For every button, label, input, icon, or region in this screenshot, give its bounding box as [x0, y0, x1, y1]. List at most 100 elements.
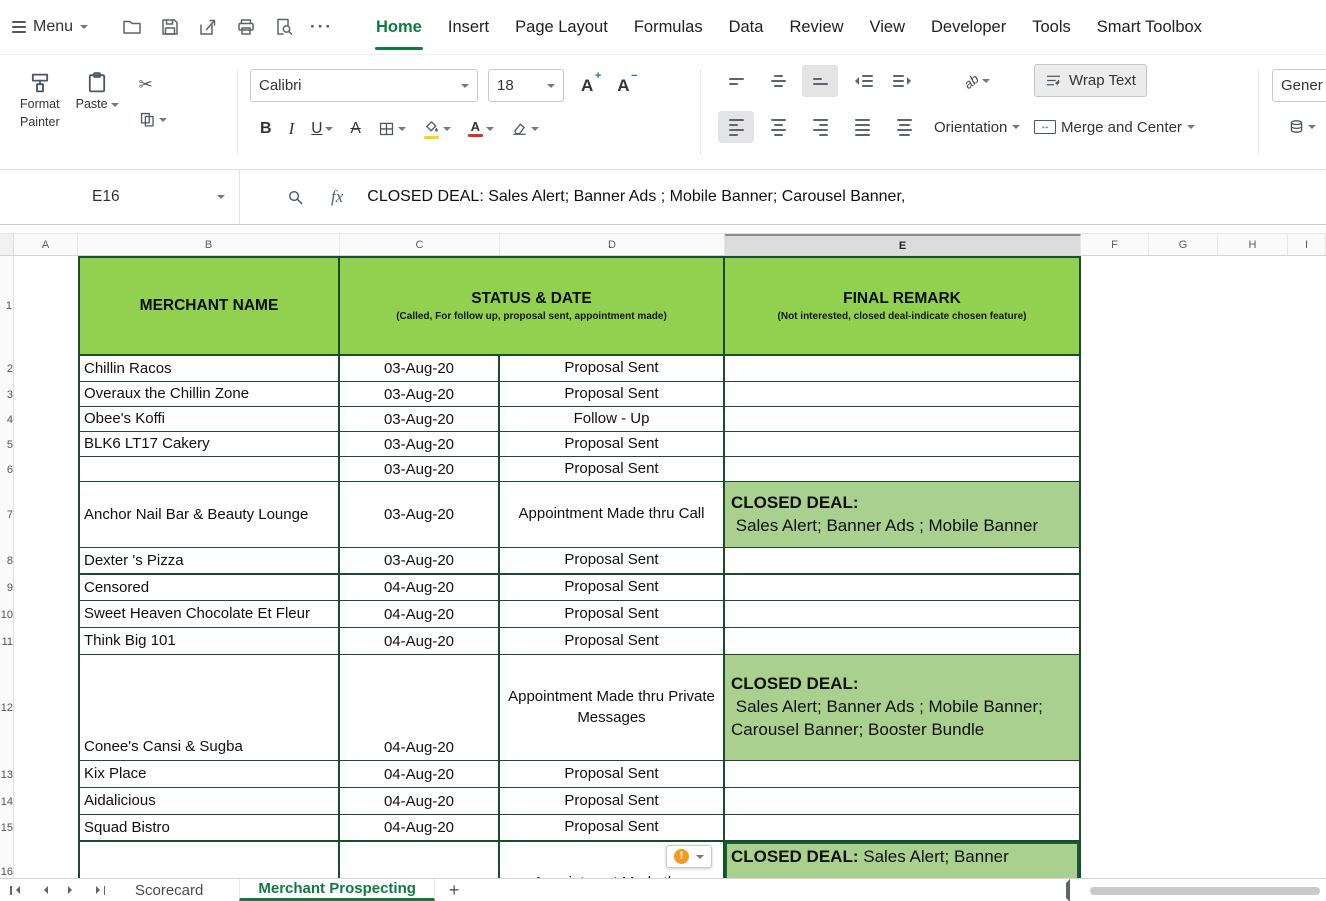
final-remark-cell[interactable] [725, 548, 1081, 574]
align-right-button[interactable] [802, 111, 838, 143]
last-sheet-button[interactable] [94, 884, 108, 897]
select-all-corner[interactable] [0, 234, 14, 255]
merchant-name-cell[interactable]: Think Big 101 [78, 628, 340, 655]
print-button[interactable] [232, 13, 260, 41]
row-number[interactable]: 2 [0, 356, 14, 382]
status-cell[interactable]: Proposal Sent [500, 548, 725, 574]
tab-data[interactable]: Data [716, 0, 777, 55]
status-date-header-cell[interactable]: STATUS & DATE (Called, For follow up, pr… [340, 256, 725, 356]
tab-page-layout[interactable]: Page Layout [502, 0, 621, 55]
wrap-text-button[interactable]: Wrap Text [1034, 64, 1147, 97]
merchant-name-cell[interactable]: BLK6 LT17 Cakery [78, 432, 340, 457]
final-remark-cell[interactable] [725, 382, 1081, 407]
find-button[interactable] [270, 13, 298, 41]
row-number[interactable]: 11 [0, 628, 14, 655]
borders-button[interactable] [374, 117, 410, 140]
cell-a[interactable] [14, 482, 78, 548]
merchant-name-cell[interactable]: Squad Bistro [78, 815, 340, 841]
cell-a[interactable] [14, 841, 78, 878]
cell-a[interactable] [14, 655, 78, 761]
final-remark-cell[interactable] [725, 788, 1081, 815]
tab-smart-toolbox[interactable]: Smart Toolbox [1084, 0, 1215, 55]
row-number[interactable]: 3 [0, 382, 14, 407]
merchant-name-cell[interactable]: Kix Place [78, 761, 340, 788]
fill-color-button[interactable] [419, 115, 455, 142]
row-number[interactable]: 4 [0, 407, 14, 432]
column-header-D[interactable]: D [500, 234, 725, 255]
row-number[interactable]: 6 [0, 457, 14, 482]
row-number[interactable]: 9 [0, 574, 14, 601]
row-number[interactable]: 12 [0, 655, 14, 761]
search-icon[interactable] [286, 188, 305, 207]
status-date-cell[interactable]: 03-Aug-20 [340, 432, 500, 457]
row-number[interactable]: 14 [0, 788, 14, 815]
increase-font-button[interactable]: A [574, 70, 602, 99]
status-cell[interactable]: Proposal Sent [500, 432, 725, 457]
align-center-button[interactable] [760, 111, 796, 143]
status-date-cell[interactable]: 03-Aug-20 [340, 548, 500, 574]
column-header-H[interactable]: H [1218, 234, 1288, 255]
final-remark-cell[interactable] [725, 432, 1081, 457]
status-cell[interactable]: Proposal Sent [500, 628, 725, 655]
merchant-name-cell[interactable]: Chillin Racos [78, 356, 340, 382]
status-date-cell[interactable]: 03-Aug-20 [340, 407, 500, 432]
status-date-cell[interactable]: 03-Aug-20 [340, 356, 500, 382]
status-date-cell[interactable]: 04-Aug-20 [340, 655, 500, 761]
row-number[interactable]: 1 [0, 256, 14, 356]
merchant-name-cell[interactable]: Conee's Cansi & Sugba [78, 655, 340, 761]
more-commands-button[interactable]: ··· [310, 17, 333, 37]
row-number[interactable]: 7 [0, 482, 14, 548]
status-date-cell[interactable]: 03-Aug-20 [340, 382, 500, 407]
column-header-G[interactable]: G [1149, 234, 1218, 255]
status-date-cell[interactable] [340, 841, 500, 878]
column-header-I[interactable]: I [1288, 234, 1326, 255]
name-box[interactable]: E16 [0, 170, 240, 224]
cell-a[interactable] [14, 574, 78, 601]
justify-button[interactable] [844, 111, 880, 143]
column-header-E[interactable]: E [725, 234, 1081, 255]
cell-a[interactable] [14, 815, 78, 841]
cell-a[interactable] [14, 356, 78, 382]
status-cell[interactable]: Proposal Sent [500, 601, 725, 628]
status-date-cell[interactable]: 04-Aug-20 [340, 628, 500, 655]
cell-a[interactable] [14, 628, 78, 655]
accounting-format-button[interactable] [1284, 115, 1320, 138]
final-remark-cell[interactable] [725, 628, 1081, 655]
merchant-name-cell[interactable]: Censored [78, 574, 340, 601]
paste-button[interactable]: Paste [70, 65, 125, 119]
final-remark-cell[interactable]: CLOSED DEAL: Sales Alert; Banner [725, 841, 1081, 878]
underline-button[interactable]: U [307, 117, 337, 141]
format-painter-button[interactable]: Format Painter [14, 65, 66, 136]
final-remark-header-cell[interactable]: FINAL REMARK (Not interested, closed dea… [725, 256, 1081, 356]
row-number[interactable]: 10 [0, 601, 14, 628]
merchant-name-header-cell[interactable]: MERCHANT NAME [78, 256, 340, 356]
align-left-button[interactable] [718, 111, 754, 143]
row-number[interactable]: 16 [0, 841, 14, 878]
status-date-cell[interactable]: 04-Aug-20 [340, 815, 500, 841]
status-cell[interactable]: Proposal Sent [500, 574, 725, 601]
final-remark-cell[interactable] [725, 574, 1081, 601]
status-cell[interactable]: Follow - Up [500, 407, 725, 432]
row-number[interactable]: 8 [0, 548, 14, 574]
align-middle-button[interactable] [760, 65, 796, 97]
status-cell[interactable]: Appointment Made thru Call [500, 482, 725, 548]
cell-a[interactable] [14, 256, 78, 356]
menu-button[interactable]: Menu [12, 18, 89, 36]
status-cell[interactable]: Proposal Sent [500, 788, 725, 815]
final-remark-cell[interactable] [725, 761, 1081, 788]
align-top-button[interactable] [718, 65, 754, 97]
cell-a[interactable] [14, 548, 78, 574]
distributed-button[interactable] [886, 111, 922, 143]
merchant-name-cell[interactable]: Overaux the Chillin Zone [78, 382, 340, 407]
formula-content[interactable]: CLOSED DEAL: Sales Alert; Banner Ads ; M… [367, 188, 905, 206]
status-date-cell[interactable]: 04-Aug-20 [340, 574, 500, 601]
status-date-cell[interactable]: 04-Aug-20 [340, 761, 500, 788]
final-remark-cell[interactable] [725, 457, 1081, 482]
increase-indent-button[interactable] [886, 65, 922, 97]
cell-a[interactable] [14, 788, 78, 815]
next-sheet-button[interactable] [66, 884, 78, 896]
bold-button[interactable]: B [256, 117, 276, 141]
first-sheet-button[interactable] [8, 884, 22, 897]
final-remark-cell[interactable]: CLOSED DEAL: Sales Alert; Banner Ads ; M… [725, 482, 1081, 548]
column-header-B[interactable]: B [78, 234, 340, 255]
